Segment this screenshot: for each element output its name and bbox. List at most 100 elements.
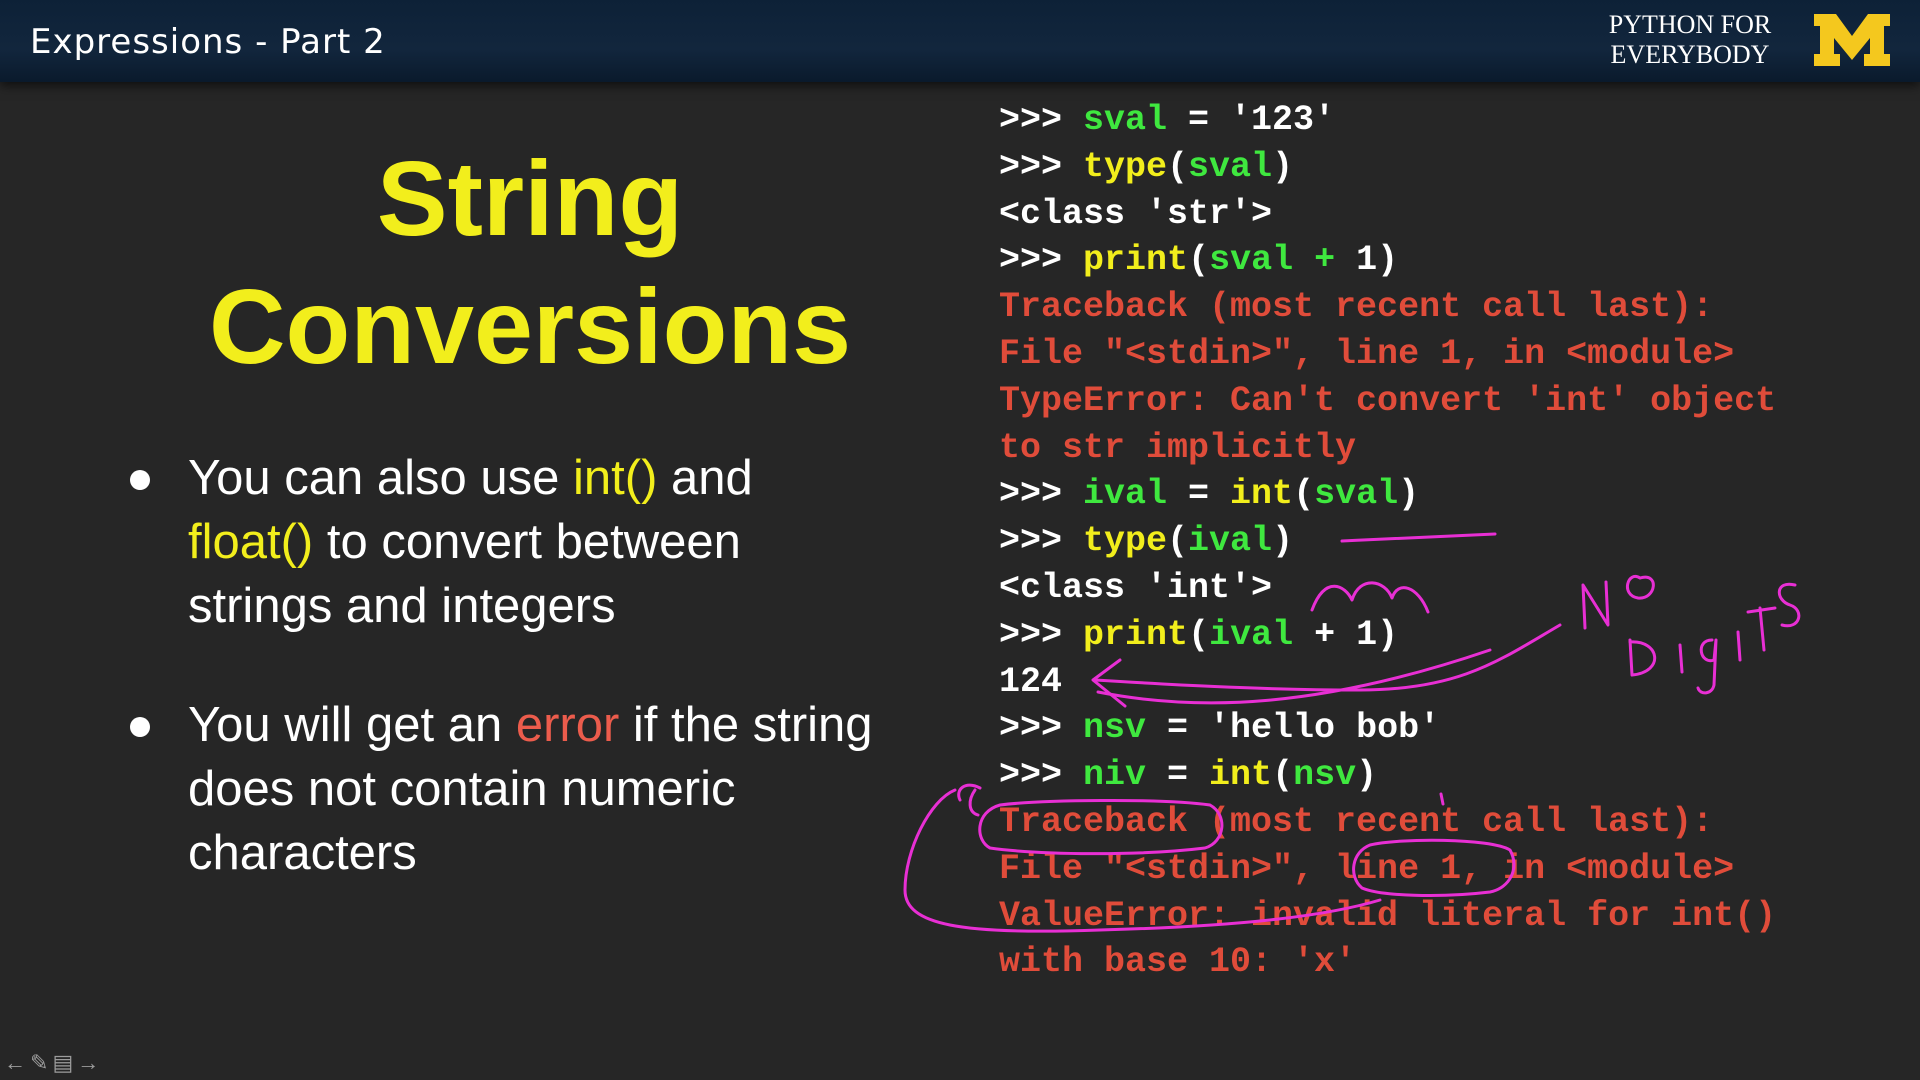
code-line: Traceback (most recent call last): (999, 799, 1776, 846)
error-highlight: error (515, 698, 620, 752)
code-token: ) (1272, 521, 1294, 562)
code-token: + 1) (1293, 614, 1399, 655)
code-token: sval (1314, 474, 1399, 515)
ink-letter-s (1777, 582, 1801, 628)
slide-navigation: ← ✎ ▤ → (4, 1050, 99, 1076)
code-token: ival (1209, 614, 1294, 655)
code-token: >>> (999, 521, 1084, 562)
code-token: File "<stdin>", line 1, in <module> (999, 333, 1735, 374)
code-line: >>> ival = int(sval) (999, 471, 1776, 518)
code-token: sval (1083, 100, 1168, 140)
pen-icon[interactable]: ✎ (30, 1050, 48, 1076)
brand-name: PYTHON FOR EVERYBODY (1600, 10, 1780, 70)
code-token: ) (1356, 755, 1378, 796)
code-token: Traceback (most recent call last): (999, 287, 1714, 328)
code-token: sval (1188, 146, 1273, 187)
code-token: <class 'str'> (999, 193, 1273, 234)
ink-loop-head (957, 783, 982, 817)
code-token: ( (1167, 521, 1189, 562)
code-token: >>> (999, 146, 1084, 187)
code-token: type (1083, 521, 1168, 562)
code-token: ival (1188, 521, 1273, 562)
code-line: ValueError: invalid literal for int() (999, 893, 1776, 940)
lecture-title: Expressions - Part 2 (30, 22, 386, 62)
code-token: with base 10: 'x' (999, 942, 1357, 983)
menu-icon[interactable]: ▤ (52, 1050, 73, 1076)
code-token: 124 (999, 661, 1063, 702)
title-bar: Expressions - Part 2 PYTHON FOR EVERYBOD… (0, 0, 1920, 82)
code-token: ( (1293, 474, 1315, 515)
code-token: ival (1083, 474, 1168, 515)
code-line: with base 10: 'x' (999, 939, 1776, 986)
code-token: Traceback (most recent call last): (999, 801, 1714, 842)
code-token: + (1293, 240, 1357, 281)
code-token: >>> (999, 474, 1084, 515)
code-token: >>> (999, 614, 1084, 655)
code-token: ) (1398, 474, 1420, 515)
code-token: <class 'int'> (999, 567, 1273, 608)
code-token: print (1083, 240, 1189, 281)
code-line: <class 'str'> (999, 191, 1776, 238)
code-token: sval (1209, 240, 1294, 281)
bullet-dot-icon (130, 470, 150, 490)
code-token: int (1209, 755, 1273, 796)
code-token: ) (1272, 146, 1294, 187)
int-function-highlight: int() (573, 451, 658, 505)
code-token: = '123' (1167, 100, 1336, 140)
code-line: >>> print(sval + 1) (999, 237, 1776, 284)
code-line: >>> type(sval) (999, 144, 1776, 191)
code-line: >>> type(ival) (999, 518, 1776, 565)
code-token: print (1083, 614, 1189, 655)
bullet-text: You can also use int() and float() to con… (188, 446, 890, 638)
brand-line-1: PYTHON FOR (1608, 10, 1772, 39)
bullet-text-segment: You will get an (188, 698, 516, 752)
bullet-dot-icon (130, 717, 150, 737)
code-line: >>> nsv = 'hello bob' (999, 705, 1776, 752)
code-token: ValueError: invalid literal for int() (999, 895, 1777, 936)
code-token: TypeError: Can't convert 'int' object (999, 380, 1777, 421)
code-line: <class 'int'> (999, 565, 1776, 612)
code-token: to str implicitly (999, 427, 1357, 468)
brand-line-2: EVERYBODY (1610, 40, 1770, 69)
university-block-m-logo (1814, 14, 1890, 66)
float-function-highlight: float() (188, 515, 314, 569)
code-token: File "<stdin>", line 1, in <module> (999, 848, 1735, 889)
slide-title-line-1: String (376, 140, 684, 258)
bullet-text: You will get an error if the string does… (188, 693, 890, 885)
code-line: >>> print(ival + 1) (999, 612, 1776, 659)
bullet-text-segment: and (657, 451, 753, 505)
code-line: File "<stdin>", line 1, in <module> (999, 331, 1776, 378)
bullet-point: You will get an error if the string does… (130, 693, 890, 885)
arrow-right-icon[interactable]: → (77, 1050, 99, 1076)
code-line: File "<stdin>", line 1, in <module> (999, 846, 1776, 893)
bullet-text-segment: You can also use (188, 451, 574, 505)
code-line: TypeError: Can't convert 'int' object (999, 378, 1776, 425)
code-token: ( (1188, 614, 1210, 655)
code-line: >>> sval = '123' (999, 97, 1776, 144)
slide-title: String Conversions (130, 135, 930, 391)
code-token: type (1083, 146, 1168, 187)
code-token: >>> (999, 100, 1084, 140)
code-line: Traceback (most recent call last): (999, 284, 1776, 331)
python-code-block: >>> sval = '123' >>> type(sval) <class 'st… (999, 97, 1776, 986)
code-line: 124 (999, 659, 1776, 706)
code-token: nsv (1083, 708, 1147, 749)
code-token: niv (1083, 755, 1147, 796)
code-token: ( (1188, 240, 1210, 281)
code-line: >>> niv = int(nsv) (999, 752, 1776, 799)
code-token: 1) (1356, 240, 1399, 281)
code-token: >>> (999, 755, 1084, 796)
code-token: int (1230, 474, 1294, 515)
code-token: = (1146, 755, 1210, 796)
slide-title-line-2: Conversions (208, 268, 852, 386)
code-token: nsv (1293, 755, 1357, 796)
code-token: >>> (999, 240, 1084, 281)
code-token: >>> (999, 708, 1084, 749)
code-line: to str implicitly (999, 425, 1776, 472)
code-token: ( (1272, 755, 1294, 796)
arrow-left-icon[interactable]: ← (4, 1050, 26, 1076)
code-token: = 'hello bob' (1146, 708, 1441, 749)
code-token: ( (1167, 146, 1189, 187)
code-token: = (1167, 474, 1231, 515)
bullet-point: You can also use int() and float() to con… (130, 446, 890, 638)
